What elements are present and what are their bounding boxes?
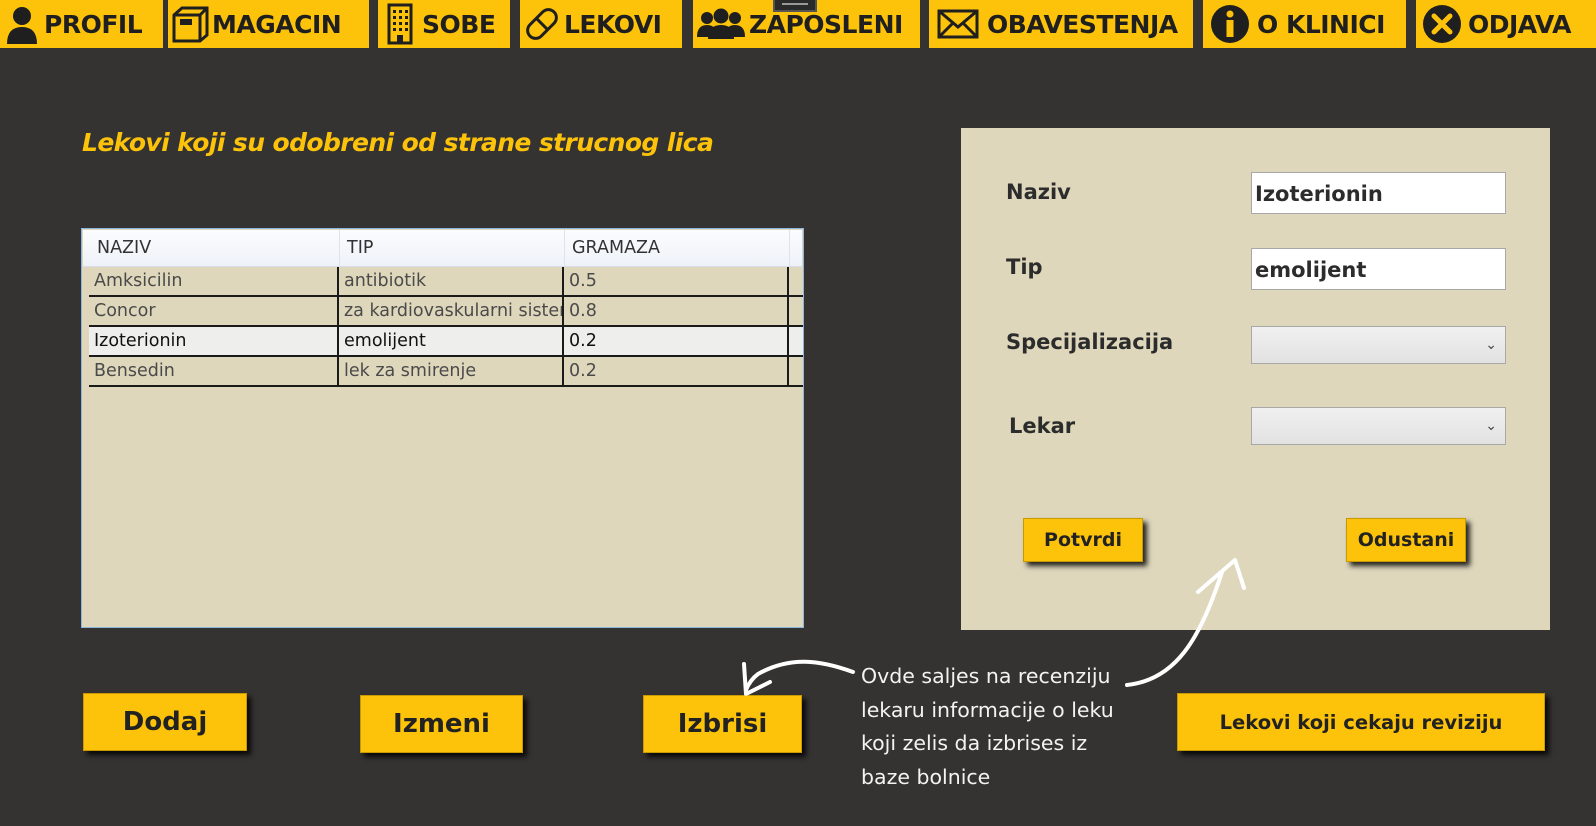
nav-profil-label: PROFIL [44, 9, 143, 39]
nav-o-klinici[interactable]: O KLINICI [1203, 0, 1406, 48]
column-header-naziv[interactable]: NAZIV [90, 230, 340, 267]
table-row[interactable]: Concor za kardiovaskularni sistem 0.8 [89, 297, 803, 327]
table-header: NAZIV TIP GRAMAZA [83, 230, 802, 267]
pending-review-button[interactable]: Lekovi koji cekaju reviziju [1177, 693, 1545, 751]
odustani-button[interactable]: Odustani [1346, 518, 1466, 562]
page-title: Lekovi koji su odobreni od strane strucn… [82, 128, 714, 157]
medicine-form-panel: Naziv Tip Specijalizacija ⌄ Lekar ⌄ Potv… [961, 128, 1550, 630]
nav-lekovi[interactable]: LEKOVI [520, 0, 682, 48]
tip-label: Tip [1006, 255, 1043, 279]
cell-naziv: Amksicilin [89, 267, 339, 295]
nav-obavestenja-label: OBAVESTENJA [987, 9, 1178, 39]
cell-tip: antibiotik [339, 267, 564, 295]
info-icon [1203, 3, 1257, 45]
specijalizacija-dropdown[interactable]: ⌄ [1251, 326, 1506, 364]
column-header-gramaza[interactable]: GRAMAZA [565, 230, 790, 267]
nav-obavestenja[interactable]: OBAVESTENJA [929, 0, 1193, 48]
cell-naziv: Concor [89, 297, 339, 325]
nav-o-klinici-label: O KLINICI [1257, 9, 1385, 39]
specijalizacija-label: Specijalizacija [1006, 330, 1174, 354]
cell-gramaza: 0.5 [564, 267, 789, 295]
cell-naziv: Izoterionin [89, 327, 339, 355]
arrow-to-izbrisi-icon [744, 659, 855, 692]
cell-naziv: Bensedin [89, 357, 339, 385]
nav-sobe[interactable]: SOBE [378, 0, 510, 48]
close-circle-icon [1416, 3, 1468, 45]
pill-icon [520, 3, 564, 45]
cell-tip: emolijent [339, 327, 564, 355]
naziv-label: Naziv [1006, 180, 1071, 204]
cell-tip: za kardiovaskularni sistem [339, 297, 564, 325]
izbrisi-button[interactable]: Izbrisi [643, 695, 802, 753]
nav-sobe-label: SOBE [422, 9, 496, 39]
cell-gramaza: 0.8 [564, 297, 789, 325]
user-icon [0, 3, 44, 45]
lekar-label: Lekar [1009, 414, 1076, 438]
cell-tip: lek za smirenje [339, 357, 564, 385]
izmeni-button[interactable]: Izmeni [360, 695, 523, 753]
nav-profil[interactable]: PROFIL [0, 0, 163, 48]
window-grip[interactable] [773, 0, 817, 12]
chevron-down-icon: ⌄ [1485, 418, 1497, 434]
annotation-line: Ovde saljes na recenziju [861, 664, 1111, 688]
chevron-down-icon: ⌄ [1485, 337, 1497, 353]
nav-zaposleni-label: ZAPOSLENI [749, 9, 903, 39]
nav-odjava-label: ODJAVA [1468, 9, 1571, 39]
nav-odjava[interactable]: ODJAVA [1416, 0, 1596, 48]
annotation-line: lekaru informacije o leku [861, 697, 1114, 722]
cell-gramaza: 0.2 [564, 357, 789, 385]
medicines-table[interactable]: NAZIV TIP GRAMAZA Amksicilin antibiotik … [81, 228, 804, 628]
tip-input[interactable] [1251, 248, 1506, 290]
cell-gramaza: 0.2 [564, 327, 789, 355]
annotation-line: baze bolnice [861, 764, 991, 789]
column-header-tip[interactable]: TIP [340, 230, 565, 267]
table-row-selected[interactable]: Izoterionin emolijent 0.2 [89, 327, 803, 357]
naziv-input[interactable] [1251, 172, 1506, 214]
group-icon [693, 3, 749, 45]
envelope-icon [929, 3, 987, 45]
table-row[interactable]: Amksicilin antibiotik 0.5 [89, 267, 803, 297]
dodaj-button[interactable]: Dodaj [83, 693, 247, 751]
annotation-text: Ovde saljes na recenziju lekaru informac… [861, 660, 1161, 794]
nav-magacin-label: MAGACIN [212, 9, 342, 39]
potvrdi-button[interactable]: Potvrdi [1023, 518, 1143, 562]
lekar-dropdown[interactable]: ⌄ [1251, 407, 1506, 445]
nav-magacin[interactable]: MAGACIN [168, 0, 369, 48]
box-icon [168, 3, 212, 45]
annotation-line: koji zelis da izbrises iz [861, 731, 1088, 755]
nav-lekovi-label: LEKOVI [564, 9, 662, 39]
table-row[interactable]: Bensedin lek za smirenje 0.2 [89, 357, 803, 387]
top-navigation: PROFIL MAGACIN SOBE LEKOVI ZAPOSLENI OBA… [0, 0, 1596, 48]
building-icon [378, 3, 422, 45]
